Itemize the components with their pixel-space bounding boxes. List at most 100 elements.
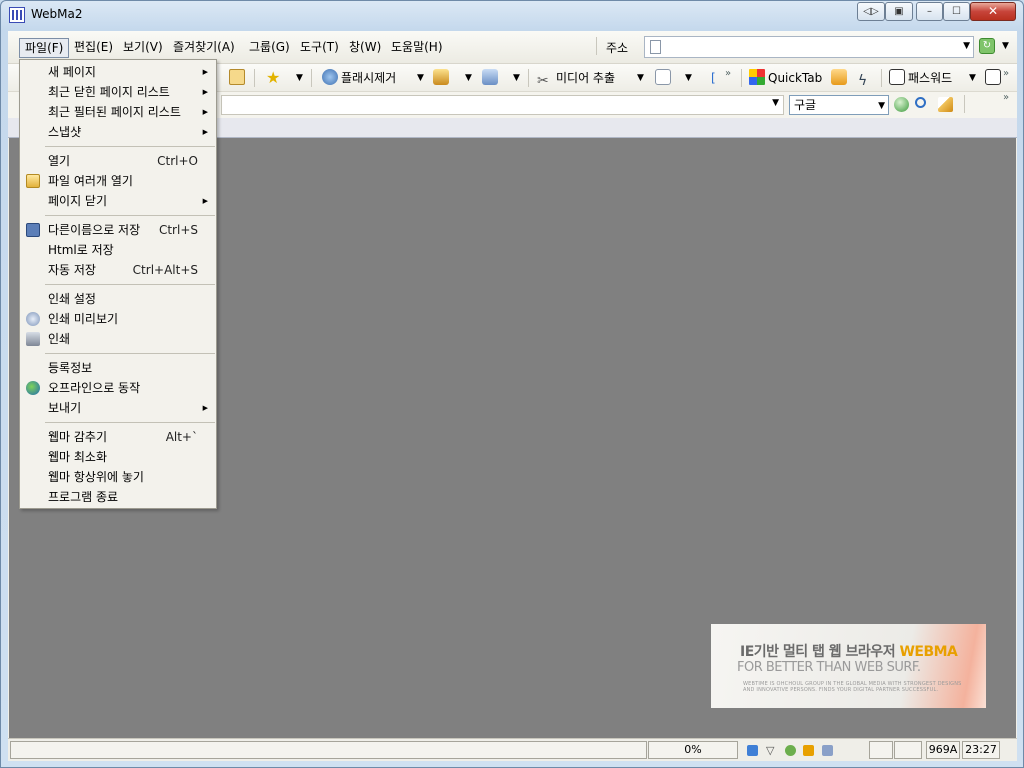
refresh-tabs-icon[interactable]: [831, 68, 850, 88]
lightning-icon[interactable]: ϟ: [858, 68, 877, 89]
searchbar-more-icon[interactable]: »: [1003, 92, 1009, 103]
file-menu-item-label: 웹마 최소화: [48, 450, 108, 464]
file-menu-item[interactable]: 열기 Ctrl+O: [21, 151, 215, 171]
edit-page-icon[interactable]: [655, 68, 674, 88]
toolbar-chevron-icon[interactable]: »: [725, 64, 731, 84]
filter-icon[interactable]: ▽: [766, 745, 777, 756]
bracket-icon[interactable]: [: [711, 68, 716, 88]
address-input[interactable]: ▼: [644, 36, 974, 58]
go-icon[interactable]: ↻: [979, 38, 995, 54]
file-menu-item[interactable]: 새 페이지 ▶: [21, 62, 215, 82]
search-icon[interactable]: [915, 97, 926, 108]
title-bar[interactable]: WebMa2 ◁▷ ▣ – ☐ ✕: [1, 1, 1023, 29]
file-menu-item[interactable]: 등록정보: [21, 358, 215, 378]
file-menu-item[interactable]: 웹마 항상위에 놓기: [21, 467, 215, 487]
file-menu-item[interactable]: 오프라인으로 동작: [21, 378, 215, 398]
toolbar-more-icon[interactable]: »: [1003, 64, 1009, 84]
file-menu-item-label: 최근 필터된 페이지 리스트: [48, 105, 181, 119]
maximize-button[interactable]: ☐: [943, 2, 970, 21]
highlight-icon[interactable]: [938, 97, 953, 112]
popup-dropdown-icon[interactable]: ▼: [465, 68, 472, 88]
menu-separator: [45, 422, 215, 423]
popup-block-icon[interactable]: [433, 68, 452, 88]
file-menu-item-label: 최근 닫힌 페이지 리스트: [48, 85, 170, 99]
file-menu-item[interactable]: 프로그램 종료: [21, 487, 215, 507]
clock: 23:27: [962, 741, 1000, 759]
file-menu-item[interactable]: 보내기 ▶: [21, 398, 215, 418]
globe-icon: [26, 381, 40, 395]
search-history-dropdown-icon[interactable]: ▼: [772, 98, 779, 108]
status-slot-1: [869, 741, 893, 759]
menu-favorites[interactable]: 즐겨찾기(A): [168, 38, 240, 58]
file-menu-item[interactable]: 웹마 감추기 Alt+`: [21, 427, 215, 447]
menu-help[interactable]: 도움말(H): [386, 38, 448, 58]
menu-window[interactable]: 창(W): [344, 38, 386, 58]
file-menu-item[interactable]: 다른이름으로 저장 Ctrl+S: [21, 220, 215, 240]
status-slot-2: [894, 741, 922, 759]
user-icon[interactable]: [785, 745, 796, 756]
title-extra-button[interactable]: ◁▷: [857, 2, 885, 21]
file-menu-item[interactable]: 인쇄 설정: [21, 289, 215, 309]
media-extract-dropdown-icon[interactable]: ▼: [637, 68, 644, 88]
file-menu-item-shortcut: Ctrl+S: [158, 223, 198, 237]
file-menu-item[interactable]: 인쇄: [21, 329, 215, 349]
progress-indicator: 0%: [648, 741, 738, 759]
printer-icon: [26, 332, 40, 346]
file-menu-item[interactable]: 스냅샷 ▶: [21, 122, 215, 142]
file-menu-item[interactable]: 최근 필터된 페이지 리스트 ▶: [21, 102, 215, 122]
search-engine-select[interactable]: 구글 ▼: [789, 95, 889, 115]
browser-window: WebMa2 ◁▷ ▣ – ☐ ✕ 파일(F) 편집(E) 보기(V) 즐겨찾기…: [0, 0, 1024, 768]
close-button[interactable]: ✕: [970, 2, 1016, 21]
file-menu-item[interactable]: 파일 여러개 열기: [21, 171, 215, 191]
favorites-star-icon[interactable]: ★: [266, 68, 280, 88]
menu-separator: [45, 215, 215, 216]
submenu-arrow-icon: ▶: [202, 404, 208, 412]
quicktab-button[interactable]: QuickTab: [749, 68, 822, 88]
flash-remove-dropdown-icon[interactable]: ▼: [417, 68, 424, 88]
web-search-icon[interactable]: [894, 97, 909, 112]
menu-edit[interactable]: 편집(E): [69, 38, 118, 58]
engine-dropdown-icon[interactable]: ▼: [878, 97, 885, 115]
file-menu-item-label: 스냅샷: [48, 125, 82, 139]
file-menu-item[interactable]: 웹마 최소화: [21, 447, 215, 467]
popup-status-icon[interactable]: [747, 745, 758, 756]
title-extra-button-2[interactable]: ▣: [885, 2, 913, 21]
password-button[interactable]: 패스워드: [889, 68, 952, 88]
file-menu-item[interactable]: 인쇄 미리보기: [21, 309, 215, 329]
file-menu-item[interactable]: 자동 저장 Ctrl+Alt+S: [21, 260, 215, 280]
file-menu-item-label: 보내기: [48, 401, 82, 415]
search-query-input[interactable]: ▼: [221, 95, 784, 115]
capture-dropdown-icon[interactable]: ▼: [513, 68, 520, 88]
separator: [311, 69, 312, 87]
note-icon[interactable]: [985, 68, 1004, 88]
edit-dropdown-icon[interactable]: ▼: [685, 68, 692, 88]
menu-view[interactable]: 보기(V): [118, 38, 168, 58]
home-icon[interactable]: [229, 68, 248, 88]
file-menu-item[interactable]: 최근 닫힌 페이지 리스트 ▶: [21, 82, 215, 102]
menu-separator: [45, 353, 215, 354]
separator: [528, 69, 529, 87]
menu-file[interactable]: 파일(F): [19, 38, 70, 58]
submenu-arrow-icon: ▶: [202, 128, 208, 136]
file-menu-item[interactable]: 페이지 닫기 ▶: [21, 191, 215, 211]
file-menu-item-label: 파일 여러개 열기: [48, 174, 133, 188]
rss-icon[interactable]: [803, 745, 814, 756]
address-dropdown-icon[interactable]: ▼: [963, 41, 970, 51]
capture-icon[interactable]: [482, 68, 501, 88]
menu-group[interactable]: 그룹(G): [244, 38, 295, 58]
submenu-arrow-icon: ▶: [202, 88, 208, 96]
media-extract-button[interactable]: ✂ 미디어 추출: [537, 68, 615, 89]
separator: [254, 69, 255, 87]
file-menu-item-label: 새 페이지: [48, 65, 96, 79]
password-dropdown-icon[interactable]: ▼: [969, 68, 976, 88]
eraser-icon[interactable]: [822, 745, 833, 756]
menu-tools[interactable]: 도구(T): [295, 38, 344, 58]
file-menu-item[interactable]: Html로 저장: [21, 240, 215, 260]
print-preview-icon: [26, 312, 40, 326]
flash-remove-button[interactable]: 플래시제거: [322, 68, 396, 88]
file-menu-item-label: 열기: [48, 154, 71, 168]
minimize-button[interactable]: –: [916, 2, 943, 21]
file-menu-item-label: 웹마 감추기: [48, 430, 108, 444]
favorites-dropdown-icon[interactable]: ▼: [296, 68, 303, 88]
go-dropdown-icon[interactable]: ▼: [1002, 41, 1009, 51]
